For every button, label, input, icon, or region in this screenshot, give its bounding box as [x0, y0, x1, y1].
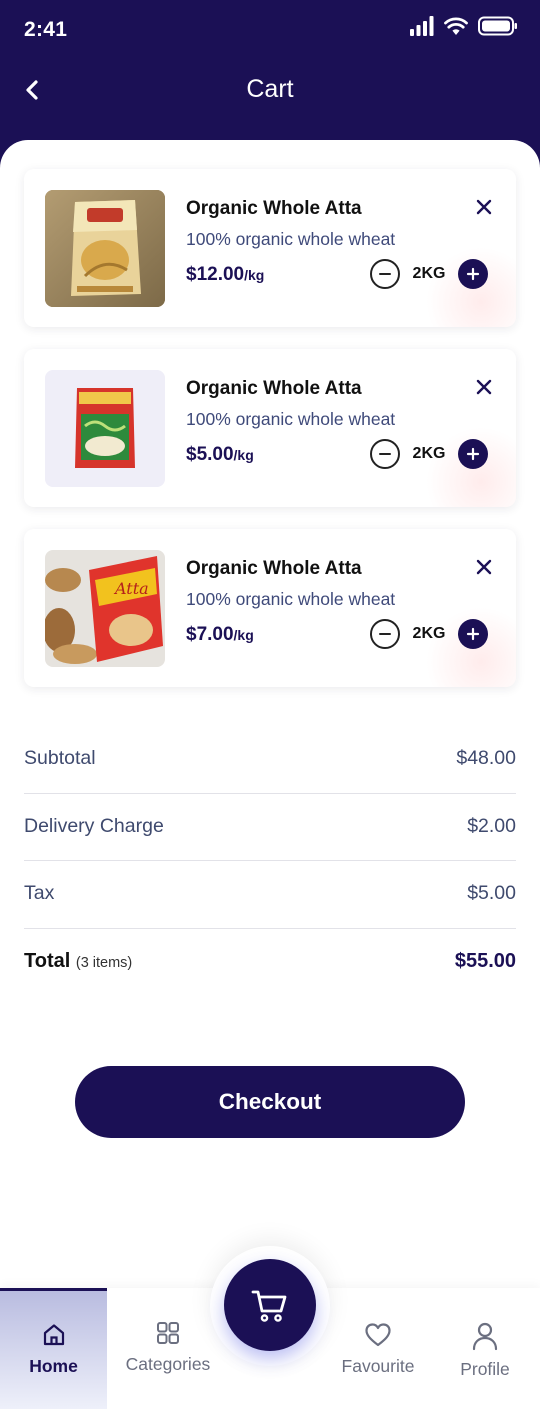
decrease-quantity-button[interactable] — [370, 619, 400, 649]
price-value: $5.00 — [186, 444, 234, 465]
quantity-value: 2KG — [412, 625, 446, 642]
tab-home[interactable]: Home — [0, 1288, 107, 1409]
summary-row-tax: Tax $5.00 — [24, 861, 516, 929]
home-icon — [43, 1324, 64, 1346]
quantity-value: 2KG — [412, 265, 446, 282]
cart-item: Atta Organic Whole Atta 100% organic who… — [24, 529, 516, 687]
svg-text:Atta: Atta — [113, 579, 149, 598]
summary-row-subtotal: Subtotal $48.00 — [24, 726, 516, 794]
status-bar: 2:41 — [24, 16, 518, 42]
tax-label: Tax — [24, 882, 55, 904]
status-icons — [410, 16, 518, 36]
increase-quantity-button[interactable] — [458, 259, 488, 289]
cart-icon — [251, 1290, 287, 1322]
nav-bar: Cart — [0, 72, 540, 108]
product-description: 100% organic whole wheat — [186, 589, 396, 609]
product-price: $7.00/kg — [186, 624, 254, 646]
wifi-icon — [444, 17, 468, 35]
tax-value: $5.00 — [467, 882, 516, 904]
quantity-stepper: 2KG — [370, 618, 488, 650]
plus-icon — [466, 627, 480, 641]
order-summary: Subtotal $48.00 Delivery Charge $2.00 Ta… — [24, 726, 516, 996]
product-price: $12.00/kg — [186, 264, 264, 286]
close-icon — [476, 379, 492, 395]
checkout-button[interactable]: Checkout — [75, 1066, 465, 1138]
summary-row-total: Total (3 items) $55.00 — [24, 929, 516, 997]
product-name: Organic Whole Atta — [186, 558, 362, 579]
quantity-stepper: 2KG — [370, 258, 488, 290]
page-title: Cart — [246, 75, 294, 103]
subtotal-value: $48.00 — [456, 747, 516, 769]
increase-quantity-button[interactable] — [458, 439, 488, 469]
tab-home-label: Home — [29, 1356, 78, 1376]
price-value: $12.00 — [186, 264, 245, 285]
remove-item-button[interactable] — [472, 375, 496, 399]
increase-quantity-button[interactable] — [458, 619, 488, 649]
product-name: Organic Whole Atta — [186, 198, 362, 219]
heart-icon — [365, 1323, 391, 1347]
grid-icon — [157, 1322, 179, 1344]
minus-icon — [379, 273, 391, 275]
minus-icon — [379, 453, 391, 455]
total-label-text: Total — [24, 949, 71, 972]
summary-row-delivery: Delivery Charge $2.00 — [24, 794, 516, 861]
cart-item: Organic Whole Atta 100% organic whole wh… — [24, 169, 516, 327]
product-image — [45, 190, 165, 307]
remove-item-button[interactable] — [472, 555, 496, 579]
cart-fab-button[interactable] — [224, 1259, 316, 1351]
subtotal-label: Subtotal — [24, 747, 96, 769]
cart-item: Organic Whole Atta 100% organic whole wh… — [24, 349, 516, 507]
signal-icon — [410, 16, 434, 36]
status-time: 2:41 — [24, 18, 68, 41]
product-image: Atta — [45, 550, 165, 667]
tab-categories-label: Categories — [125, 1354, 211, 1374]
price-value: $7.00 — [186, 624, 234, 645]
tab-categories[interactable]: Categories — [112, 1288, 224, 1409]
price-unit: /kg — [244, 267, 265, 283]
tab-favourite[interactable]: Favourite — [324, 1288, 432, 1409]
product-name: Organic Whole Atta — [186, 378, 362, 399]
plus-icon — [466, 267, 480, 281]
quantity-stepper: 2KG — [370, 438, 488, 470]
product-price: $5.00/kg — [186, 444, 254, 466]
product-description: 100% organic whole wheat — [186, 229, 396, 249]
person-icon — [472, 1322, 498, 1351]
quantity-value: 2KG — [412, 445, 446, 462]
plus-icon — [466, 447, 480, 461]
tab-profile-label: Profile — [460, 1359, 510, 1379]
decrease-quantity-button[interactable] — [370, 259, 400, 289]
price-unit: /kg — [233, 627, 254, 643]
product-image — [45, 370, 165, 487]
tab-favourite-label: Favourite — [341, 1356, 415, 1376]
delivery-value: $2.00 — [467, 814, 516, 837]
close-icon — [476, 559, 492, 575]
tab-profile[interactable]: Profile — [432, 1288, 538, 1409]
total-label: Total (3 items) — [24, 950, 132, 973]
close-icon — [476, 199, 492, 215]
remove-item-button[interactable] — [472, 195, 496, 219]
delivery-label: Delivery Charge — [24, 814, 164, 837]
product-description: 100% organic whole wheat — [186, 409, 396, 429]
minus-icon — [379, 633, 391, 635]
decrease-quantity-button[interactable] — [370, 439, 400, 469]
total-items-count: (3 items) — [75, 954, 133, 971]
total-value: $55.00 — [454, 949, 516, 972]
battery-icon — [478, 16, 517, 36]
price-unit: /kg — [233, 447, 254, 463]
